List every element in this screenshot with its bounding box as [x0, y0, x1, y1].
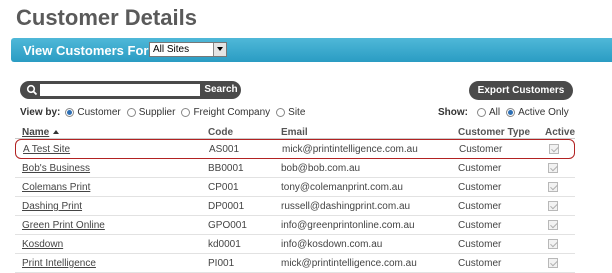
search-icon — [26, 84, 38, 96]
view-by-customer-option[interactable]: Customer — [65, 107, 121, 118]
customer-table: Name Code Email Customer Type Active A T… — [15, 125, 575, 273]
customer-name-link[interactable]: Print Intelligence — [22, 258, 96, 269]
customer-code: PI001 — [208, 258, 235, 269]
view-by-supplier-option[interactable]: Supplier — [126, 107, 175, 118]
customer-type: Customer — [458, 239, 502, 250]
customer-email: tony@colemanprint.com.au — [281, 182, 403, 193]
column-header-active: Active — [545, 127, 576, 138]
page-title: Customer Details — [16, 5, 197, 30]
show-label: Show: — [438, 107, 468, 118]
active-checkbox — [548, 201, 558, 211]
customer-email: mick@printintelligence.com.au — [282, 144, 418, 155]
customer-type: Customer — [458, 258, 502, 269]
active-checkbox — [548, 220, 558, 230]
table-row[interactable]: Bob's Business BB0001 bob@bob.com.au Custom… — [15, 159, 575, 178]
radio-freight-company[interactable] — [181, 108, 191, 117]
table-row[interactable]: Dashing Print DP0001 russell@dashingprint.… — [15, 197, 575, 216]
active-checkbox — [549, 144, 559, 154]
customer-name-link[interactable]: Kosdown — [22, 239, 63, 250]
radio-active-only[interactable] — [506, 108, 516, 117]
customer-type: Customer — [458, 182, 502, 193]
column-header-customer-type: Customer Type — [458, 127, 531, 138]
customer-code: GPO001 — [208, 220, 247, 231]
show-active-only-option[interactable]: Active Only — [506, 107, 569, 118]
table-row[interactable]: Kosdown kd0001 info@kosdown.com.au Customer — [15, 235, 575, 254]
customer-code: AS001 — [209, 144, 240, 155]
customer-email: russell@dashingprint.com.au — [281, 201, 411, 212]
show-filter: Show: All Active Only — [438, 107, 575, 118]
radio-customer[interactable] — [65, 108, 75, 117]
column-header-name[interactable]: Name — [22, 127, 60, 138]
customer-type: Customer — [458, 201, 502, 212]
radio-all[interactable] — [477, 108, 486, 117]
show-all-option[interactable]: All — [477, 107, 500, 118]
customer-name-link[interactable]: Dashing Print — [22, 201, 82, 212]
table-row[interactable]: A Test Site AS001 mick@printintelligence.c… — [15, 139, 575, 159]
table-row[interactable]: Green Print Online GPO001 info@greenprinto… — [15, 216, 575, 235]
customer-code: CP001 — [208, 182, 239, 193]
view-by-freight-option[interactable]: Freight Company — [181, 107, 270, 118]
view-by-label: View by: — [20, 107, 61, 118]
search-input[interactable] — [40, 84, 200, 96]
column-header-email: Email — [281, 127, 308, 138]
site-select-value: All Sites — [153, 44, 190, 55]
table-row[interactable]: Colemans Print CP001 tony@colemanprint.com… — [15, 178, 575, 197]
active-checkbox — [548, 239, 558, 249]
site-filter-label: View Customers For — [23, 43, 149, 58]
customer-email: bob@bob.com.au — [281, 163, 361, 174]
customer-code: BB0001 — [208, 163, 244, 174]
customer-type: Customer — [459, 144, 503, 155]
customer-code: DP0001 — [208, 201, 245, 212]
table-body: A Test Site AS001 mick@printintelligence.c… — [15, 139, 575, 273]
sort-ascending-icon — [53, 130, 60, 134]
active-checkbox — [548, 182, 558, 192]
customer-type: Customer — [458, 220, 502, 231]
customer-email: info@greenprintonline.com.au — [281, 220, 415, 231]
customer-code: kd0001 — [208, 239, 241, 250]
customer-name-link[interactable]: Green Print Online — [22, 220, 105, 231]
customer-type: Customer — [458, 163, 502, 174]
customer-name-link[interactable]: Colemans Print — [22, 182, 90, 193]
export-customers-button[interactable]: Export Customers — [469, 81, 573, 100]
table-row[interactable]: Print Intelligence PI001 mick@printintelli… — [15, 254, 575, 273]
column-header-code: Code — [208, 127, 233, 138]
chevron-down-icon[interactable] — [213, 43, 226, 56]
search-button[interactable]: Search — [202, 83, 240, 97]
active-checkbox — [548, 258, 558, 268]
radio-supplier[interactable] — [126, 108, 136, 117]
customer-email: info@kosdown.com.au — [281, 239, 383, 250]
active-checkbox — [548, 163, 558, 173]
site-filter-bar: View Customers For All Sites — [11, 38, 612, 62]
customer-name-link[interactable]: A Test Site — [23, 144, 70, 155]
view-by-filter: View by: Customer Supplier Freight Compa… — [20, 107, 311, 118]
customer-email: mick@printintelligence.com.au — [281, 258, 417, 269]
radio-site[interactable] — [276, 108, 286, 117]
table-header: Name Code Email Customer Type Active — [15, 125, 575, 139]
site-select[interactable]: All Sites — [149, 42, 227, 57]
customer-name-link[interactable]: Bob's Business — [22, 163, 90, 174]
search-bar: Search — [20, 81, 241, 99]
view-by-site-option[interactable]: Site — [276, 107, 305, 118]
